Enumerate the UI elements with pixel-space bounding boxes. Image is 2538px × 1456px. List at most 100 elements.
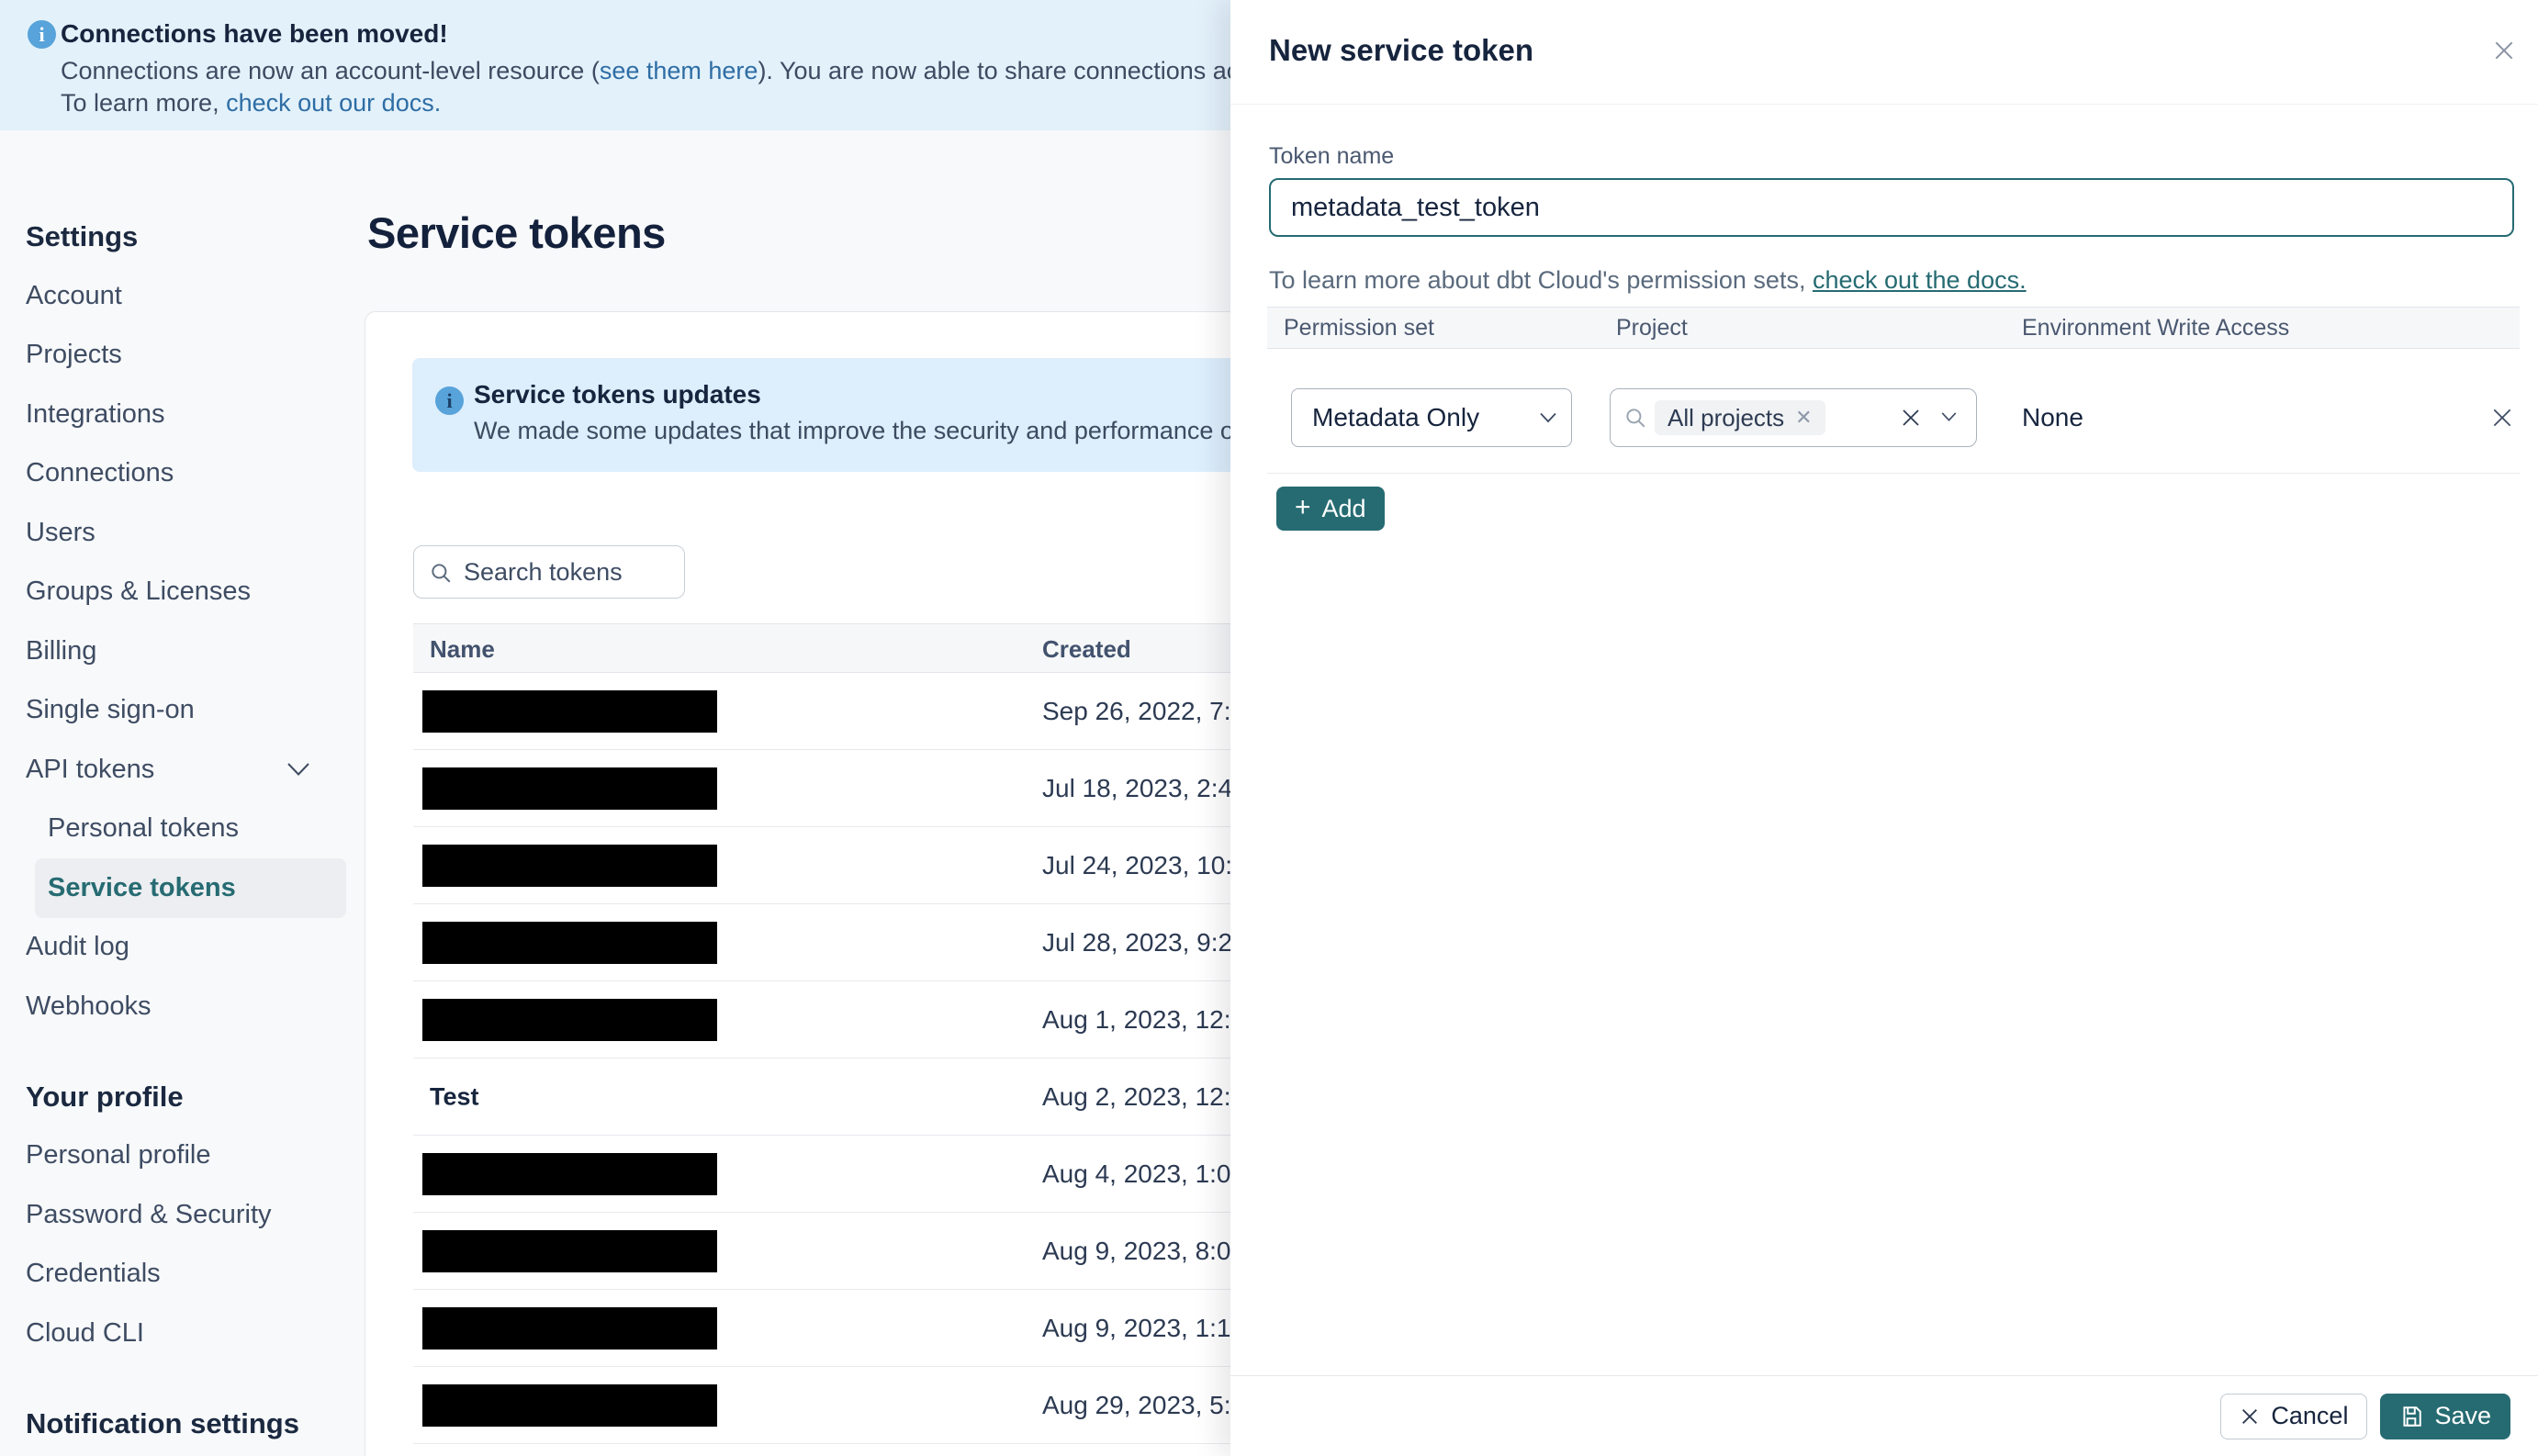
sidebar-heading-settings: Settings [26, 220, 139, 252]
sidebar-item-service-tokens[interactable]: Service tokens [35, 858, 346, 918]
sidebar-item-label: Projects [26, 340, 122, 370]
sidebar-item-projects[interactable]: Projects [0, 326, 365, 386]
sidebar-item-label: Integrations [26, 398, 165, 429]
sidebar-item-single-sign-on[interactable]: Single sign-on [0, 681, 365, 741]
token-name-input[interactable] [1269, 178, 2514, 237]
sidebar-item-label: Billing [26, 635, 97, 666]
all-projects-chip: All projects ✕ [1655, 400, 1825, 435]
drawer-header: New service token [1230, 0, 2538, 105]
sidebar-item-groups-licenses[interactable]: Groups & Licenses [0, 563, 365, 622]
save-button[interactable]: Save [2380, 1393, 2510, 1439]
redacted-token-name [422, 1153, 717, 1195]
page-title: Service tokens [367, 208, 666, 257]
sidebar-item-audit-log[interactable]: Audit log [0, 918, 365, 978]
settings-sidebar: Settings Account Projects Integrations Conne… [0, 130, 365, 1456]
sidebar-item-label: API tokens [26, 754, 155, 784]
redacted-token-name [422, 767, 717, 810]
project-multiselect[interactable]: All projects ✕ [1610, 388, 1977, 447]
sidebar-item-api-tokens[interactable]: API tokens [0, 740, 365, 800]
close-icon[interactable] [2488, 35, 2520, 66]
sidebar-item-credentials[interactable]: Credentials [0, 1245, 365, 1305]
sidebar-item-users[interactable]: Users [0, 503, 365, 563]
sidebar-item-label: Personal tokens [48, 813, 239, 844]
sidebar-item-label: Account [26, 280, 122, 310]
sidebar-item-personal-tokens[interactable]: Personal tokens [0, 800, 365, 859]
infobox-title: Service tokens updates [474, 380, 761, 409]
sidebar-item-account[interactable]: Account [0, 266, 365, 326]
column-permission-set: Permission set [1284, 315, 1434, 341]
chevron-down-icon[interactable] [1941, 409, 1957, 426]
banner-text: To learn more, [61, 89, 227, 117]
redacted-token-name [422, 845, 717, 887]
sidebar-item-label: Groups & Licenses [26, 577, 252, 607]
redacted-token-name [422, 690, 717, 733]
sidebar-item-billing[interactable]: Billing [0, 622, 365, 681]
chevron-down-icon [287, 763, 309, 777]
banner-body-2: To learn more, check out our docs. [61, 89, 441, 118]
chip-label: All projects [1668, 403, 1785, 431]
chevron-down-icon [1540, 412, 1556, 423]
remove-row-icon[interactable] [2487, 402, 2518, 433]
sidebar-item-label: Password & Security [26, 1199, 272, 1229]
search-icon [432, 564, 451, 583]
redacted-token-name [422, 922, 717, 964]
redacted-token-name [422, 1384, 717, 1427]
sidebar-item-label: Audit log [26, 932, 129, 962]
column-header-created: Created [1042, 635, 1131, 663]
sidebar-item-label: Webhooks [26, 991, 152, 1021]
sidebar-item-label: Personal profile [26, 1140, 211, 1170]
permissions-table-header: Permission set Project Environment Write… [1267, 307, 2520, 349]
sidebar-item-label: Users [26, 517, 95, 547]
save-button-label: Save [2434, 1402, 2491, 1429]
redacted-token-name [422, 1230, 717, 1272]
token-name: Test [430, 1082, 479, 1110]
sidebar-heading-your-profile: Your profile [26, 1080, 184, 1113]
sidebar-item-cloud-cli[interactable]: Cloud CLI [0, 1304, 365, 1363]
cancel-button-label: Cancel [2271, 1402, 2349, 1429]
permission-set-select[interactable]: Metadata Only [1291, 388, 1572, 447]
add-button-label: Add [1321, 494, 1366, 522]
sidebar-item-connections[interactable]: Connections [0, 444, 365, 504]
environment-write-access-value: None [2022, 403, 2083, 431]
add-permission-button[interactable]: + Add [1276, 487, 1385, 531]
check-out-the-docs-link[interactable]: check out the docs. [1813, 266, 2027, 294]
redacted-token-name [422, 1307, 717, 1350]
token-name-label: Token name [1269, 143, 1395, 169]
info-icon: i [28, 20, 56, 49]
column-header-name: Name [430, 635, 495, 663]
clear-selection-icon[interactable] [1897, 404, 1925, 431]
cancel-button[interactable]: Cancel [2220, 1393, 2368, 1439]
drawer-title: New service token [1269, 33, 1533, 67]
plus-icon: + [1295, 492, 1311, 522]
search-input[interactable] [414, 546, 684, 598]
sidebar-item-label: Service tokens [48, 872, 236, 902]
see-them-here-link[interactable]: see them here [600, 57, 758, 84]
search-icon [1626, 409, 1645, 428]
sidebar-item-label: Credentials [26, 1259, 161, 1289]
help-text: To learn more about dbt Cloud's permissi… [1269, 266, 1813, 294]
sidebar-item-label: Connections [26, 458, 174, 488]
save-icon [2403, 1406, 2422, 1427]
new-service-token-drawer: New service token Token name To learn mo… [1230, 0, 2538, 1456]
drawer-footer: Cancel Save [1230, 1375, 2538, 1456]
close-icon [2242, 1408, 2258, 1424]
sidebar-item-webhooks[interactable]: Webhooks [0, 977, 365, 1036]
permission-set-value: Metadata Only [1312, 403, 1480, 431]
sidebar-item-label: Single sign-on [26, 695, 195, 725]
sidebar-item-personal-profile[interactable]: Personal profile [0, 1126, 365, 1186]
sidebar-item-label: Cloud CLI [26, 1317, 144, 1348]
check-out-docs-link[interactable]: check out our docs. [226, 89, 441, 117]
search-tokens-box [413, 545, 685, 599]
permission-help-text: To learn more about dbt Cloud's permissi… [1269, 266, 2027, 295]
column-environment-write-access: Environment Write Access [2022, 315, 2290, 341]
sidebar-heading-notification-settings: Notification settings [26, 1406, 299, 1439]
sidebar-item-password-security[interactable]: Password & Security [0, 1185, 365, 1245]
banner-title: Connections have been moved! [61, 19, 448, 48]
remove-chip-icon[interactable]: ✕ [1795, 408, 1812, 428]
permission-row: Metadata Only All projects ✕ None [1267, 349, 2520, 474]
redacted-token-name [422, 999, 717, 1041]
sidebar-item-integrations[interactable]: Integrations [0, 385, 365, 444]
banner-text: Connections are now an account-level res… [61, 57, 600, 84]
info-icon: i [435, 386, 464, 415]
column-project: Project [1616, 315, 1688, 341]
